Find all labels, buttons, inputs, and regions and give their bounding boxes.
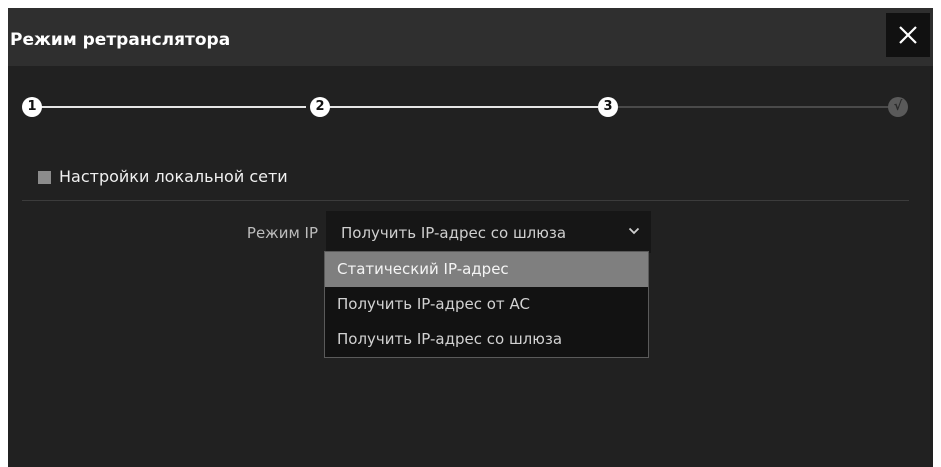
- section-title: Настройки локальной сети: [59, 167, 288, 186]
- dialog-title: Режим ретранслятора: [10, 30, 231, 50]
- step-connector-1: [34, 106, 306, 108]
- section-marker-icon: [38, 171, 51, 184]
- ip-mode-option-from-gateway[interactable]: Получить IP-адрес со шлюза: [325, 322, 648, 357]
- close-button[interactable]: [886, 13, 930, 57]
- step-3-indicator: 3: [598, 97, 618, 117]
- ip-mode-dropdown: Статический IP-адрес Получить IP-адрес о…: [324, 251, 649, 358]
- step-finish-indicator: √: [888, 97, 908, 117]
- section-divider: [22, 200, 909, 201]
- chevron-down-icon: [628, 227, 640, 235]
- ip-mode-selected-value: Получить IP-адрес со шлюза: [341, 224, 567, 242]
- dialog-titlebar: Режим ретранслятора: [8, 8, 933, 66]
- ip-mode-option-from-ac[interactable]: Получить IP-адрес от AC: [325, 287, 648, 322]
- close-icon: [899, 26, 917, 44]
- step-1-indicator: 1: [22, 97, 42, 117]
- repeater-mode-dialog: Режим ретранслятора 1 2 3 √ Настройки ло…: [8, 8, 933, 467]
- ip-mode-select[interactable]: Получить IP-адрес со шлюза: [326, 211, 651, 253]
- step-connector-2: [326, 106, 598, 108]
- step-connector-3: [618, 106, 890, 108]
- ip-mode-option-static[interactable]: Статический IP-адрес: [325, 252, 648, 287]
- wizard-stepper: 1 2 3 √: [8, 96, 933, 122]
- step-2-indicator: 2: [310, 97, 330, 117]
- ip-mode-label: Режим IP: [246, 224, 318, 242]
